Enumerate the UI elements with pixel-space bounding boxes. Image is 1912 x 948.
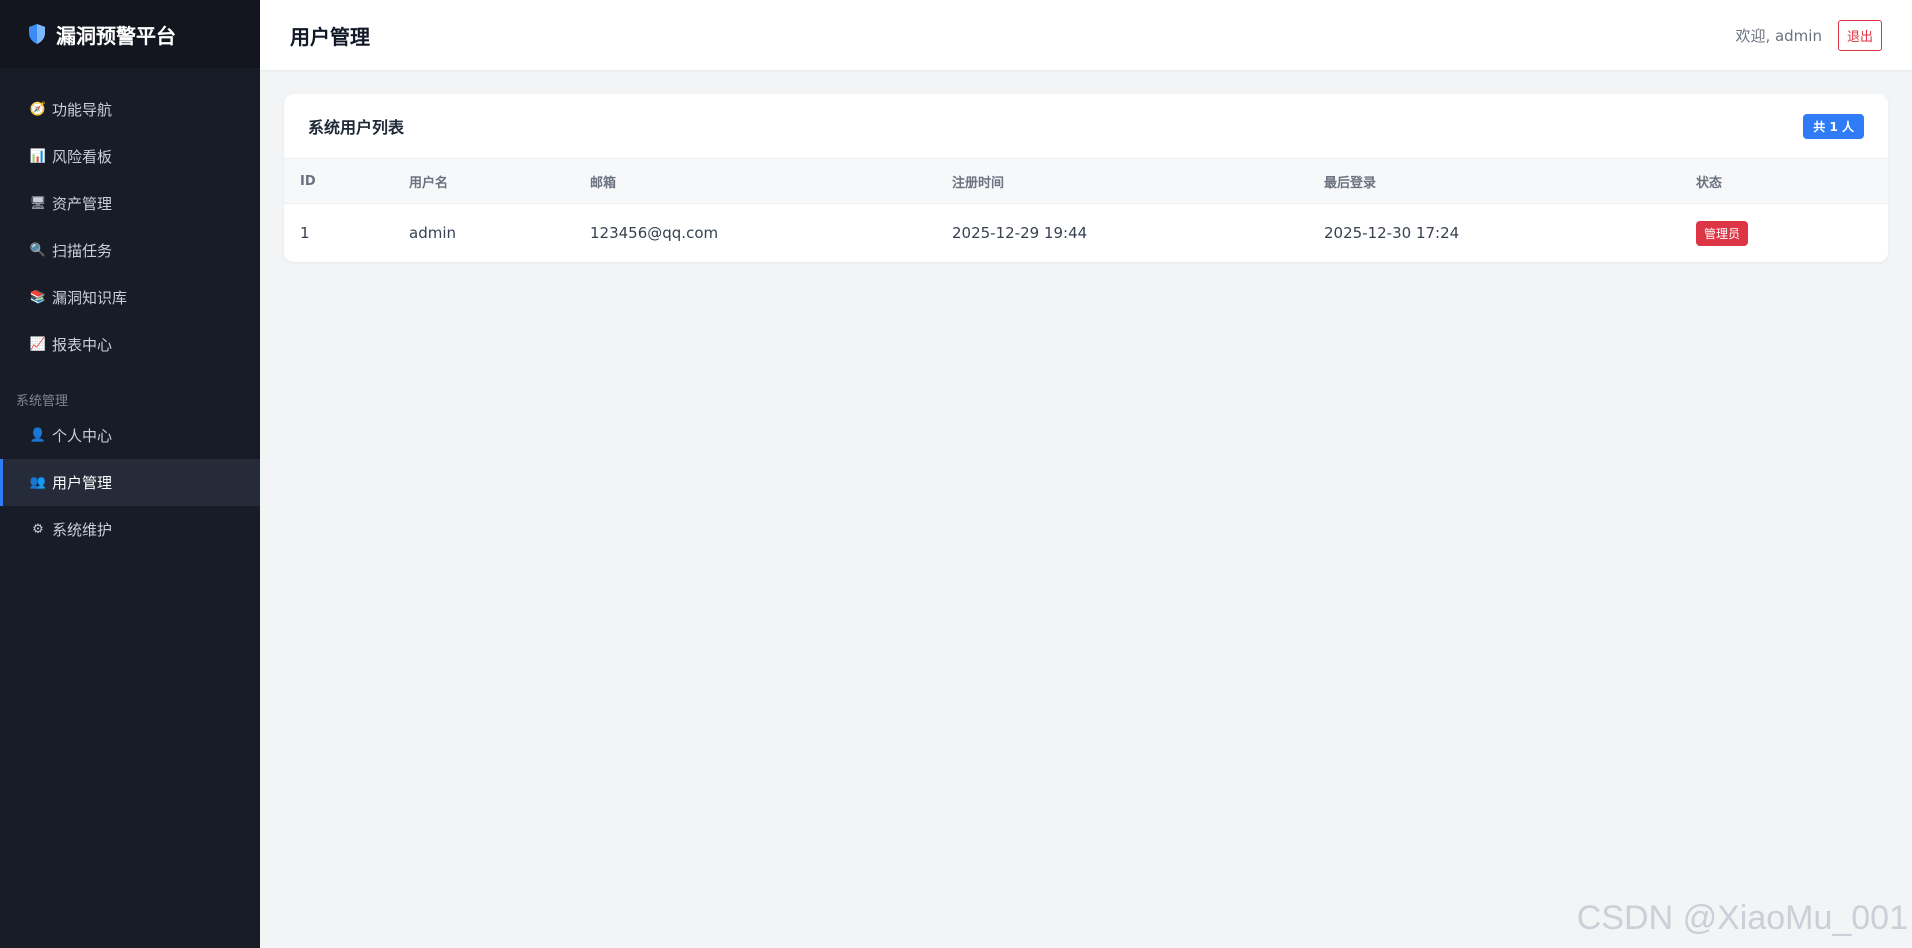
- line-chart-icon: 📈: [29, 337, 47, 352]
- user-list-card: 系统用户列表 共 1 人 ID 用户名 邮箱 注册时间 最后登录 状态 1 ad…: [284, 94, 1888, 262]
- sidebar-item-label: 报表中心: [52, 336, 113, 354]
- sidebar-item-assets[interactable]: 🖥 资产管理: [0, 180, 260, 227]
- sidebar-item-nav[interactable]: 🧭 功能导航: [0, 86, 260, 133]
- users-icon: 👥: [29, 475, 47, 490]
- column-header-last-login: 最后登录: [1324, 175, 1377, 191]
- sidebar-item-label: 功能导航: [52, 101, 113, 119]
- main-nav: 🧭 功能导航 📊 风险看板 🖥 资产管理 🔍 扫描任务 📚 漏洞知识库 📈 报表…: [0, 68, 260, 553]
- sidebar-item-scan-tasks[interactable]: 🔍 扫描任务: [0, 227, 260, 274]
- sidebar: 漏洞预警平台 🧭 功能导航 📊 风险看板 🖥 资产管理 🔍 扫描任务 📚 漏洞知…: [0, 0, 260, 948]
- column-header-status: 状态: [1696, 175, 1723, 191]
- cell-status: 管理员: [1696, 220, 1888, 246]
- cell-email: 123456@qq.com: [590, 224, 719, 242]
- magnifier-icon: 🔍: [29, 243, 47, 258]
- watermark: CSDN @XiaoMu_001: [1576, 899, 1908, 937]
- column-header-email: 邮箱: [590, 175, 617, 191]
- card-header: 系统用户列表 共 1 人: [284, 94, 1888, 158]
- column-header-username: 用户名: [409, 175, 449, 191]
- user-count-badge: 共 1 人: [1803, 113, 1864, 139]
- shield-icon: [29, 24, 45, 44]
- column-header-registered: 注册时间: [952, 175, 1005, 191]
- sidebar-section-label: 系统管理: [16, 394, 69, 409]
- table-header: ID 用户名 邮箱 注册时间 最后登录 状态: [284, 158, 1888, 204]
- cell-id: 1: [300, 224, 310, 242]
- gear-icon: ⚙: [32, 522, 44, 537]
- brand[interactable]: 漏洞预警平台: [0, 0, 260, 68]
- sidebar-item-label: 用户管理: [52, 474, 113, 492]
- table-row: 1 admin 123456@qq.com 2025-12-29 19:44 2…: [284, 204, 1888, 262]
- sidebar-item-label: 扫描任务: [52, 242, 113, 260]
- sidebar-item-user-management[interactable]: 👥 用户管理: [0, 459, 260, 506]
- column-header-id: ID: [300, 173, 316, 189]
- sidebar-item-label: 风险看板: [52, 148, 113, 166]
- sidebar-item-label: 漏洞知识库: [52, 289, 128, 307]
- top-bar: 用户管理 欢迎, admin 退出: [260, 0, 1912, 70]
- sidebar-item-label: 系统维护: [52, 521, 113, 539]
- sidebar-item-maintenance[interactable]: ⚙ 系统维护: [0, 506, 260, 553]
- sidebar-item-label: 资产管理: [52, 195, 113, 213]
- cell-registered: 2025-12-29 19:44: [952, 224, 1088, 242]
- cell-username: admin: [409, 224, 456, 242]
- user-icon: 👤: [29, 428, 47, 443]
- welcome-text: 欢迎, admin: [1735, 26, 1822, 45]
- computer-icon: 🖥: [29, 196, 47, 211]
- card-title: 系统用户列表: [308, 118, 405, 137]
- sidebar-item-vuln-kb[interactable]: 📚 漏洞知识库: [0, 274, 260, 321]
- page-title: 用户管理: [290, 24, 370, 49]
- sidebar-item-risk-board[interactable]: 📊 风险看板: [0, 133, 260, 180]
- logout-button[interactable]: 退出: [1837, 19, 1882, 51]
- brand-title: 漏洞预警平台: [56, 23, 176, 48]
- compass-icon: 🧭: [29, 102, 47, 117]
- bar-chart-icon: 📊: [29, 149, 47, 164]
- cell-last-login: 2025-12-30 17:24: [1324, 224, 1460, 242]
- sidebar-item-profile[interactable]: 👤 个人中心: [0, 412, 260, 459]
- status-badge: 管理员: [1696, 220, 1749, 246]
- books-icon: 📚: [29, 290, 47, 305]
- user-area: 欢迎, admin 退出: [1735, 19, 1882, 51]
- sidebar-item-reports[interactable]: 📈 报表中心: [0, 321, 260, 368]
- sidebar-item-label: 个人中心: [52, 427, 113, 445]
